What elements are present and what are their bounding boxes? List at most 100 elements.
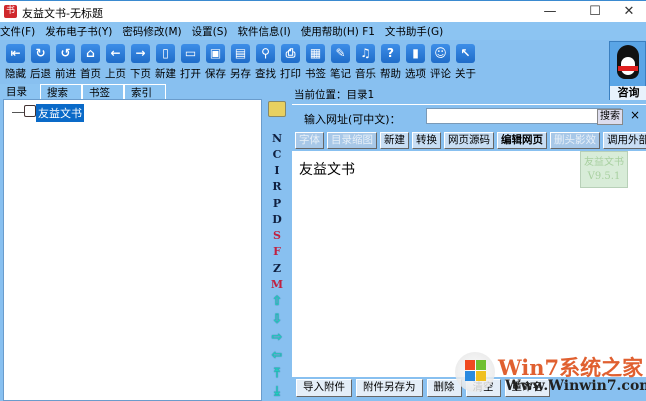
menu-item[interactable]: 文书助手(G)	[385, 24, 443, 39]
toolbar-button-4[interactable]: ← 上页	[103, 40, 128, 84]
toolbar-label: 书签	[305, 68, 326, 80]
tree-node-root[interactable]: 友益文书	[36, 104, 84, 122]
attachment-button-1[interactable]: 附件另存为	[356, 379, 423, 397]
vbar-button-Z[interactable]: Z	[273, 261, 281, 277]
about-icon: ↖	[456, 44, 475, 63]
book-icon	[24, 105, 36, 117]
toolbar-button-10[interactable]: ⚲ 查找	[253, 40, 278, 84]
tree-line	[12, 112, 24, 113]
toolbar-button-18[interactable]: ↖ 关于	[453, 40, 478, 84]
tab-1[interactable]: 搜索	[40, 84, 82, 99]
arrow-icon-4[interactable]: ⤒	[274, 365, 280, 383]
menu-item[interactable]: 使用帮助(H) F1	[301, 24, 375, 39]
import-folder-icon[interactable]	[268, 101, 286, 117]
qq-consult-label: 咨询	[610, 86, 646, 100]
logo-quadrant	[476, 360, 486, 370]
toolbar-button-11[interactable]: ⎙ 打印	[278, 40, 303, 84]
toolbar-label: 打开	[180, 68, 201, 80]
toolbar-button-14[interactable]: ♫ 音乐	[353, 40, 378, 84]
url-input[interactable]	[426, 108, 621, 124]
toolbar-label: 上页	[105, 68, 126, 80]
edit-button-5[interactable]: 编辑网页	[497, 132, 547, 149]
vbar-button-D[interactable]: D	[272, 212, 282, 228]
qq-penguin-scarf	[618, 66, 638, 71]
arrow-icon-3[interactable]: ⇦	[272, 347, 283, 365]
arrow-icon-1[interactable]: ⇩	[272, 311, 283, 329]
toolbar-label: 关于	[455, 68, 476, 80]
search-button[interactable]: 搜索	[597, 109, 623, 125]
bookmark-icon: ▦	[306, 44, 325, 63]
toolbar-button-6[interactable]: ▯ 新建	[153, 40, 178, 84]
toolbar-button-1[interactable]: ↻ 后退	[28, 40, 53, 84]
current-location: 当前位置：目录1	[294, 89, 375, 101]
edit-button-6[interactable]: 删头影效	[550, 132, 600, 149]
toolbar-button-8[interactable]: ▣ 保存	[203, 40, 228, 84]
logo-quadrant	[465, 371, 475, 381]
toolbar-button-2[interactable]: ↺ 前进	[53, 40, 78, 84]
menu-item[interactable]: 软件信息(I)	[237, 24, 290, 39]
menu-item[interactable]: 文件(F)	[0, 24, 35, 39]
edit-button-7[interactable]: 调用外部	[603, 132, 646, 149]
vertical-toolbar: N C I R P D S F Z M ⇧ ⇩ ⇨ ⇦ ⤒ ⤓	[266, 101, 288, 401]
edit-button-0[interactable]: 字体	[295, 132, 324, 149]
window-title: 友益文书-无标题	[22, 7, 103, 20]
vbar-button-R[interactable]: R	[272, 179, 281, 195]
left-arrow-icon: ←	[106, 44, 125, 63]
toolbar-button-5[interactable]: → 下页	[128, 40, 153, 84]
toolbar-button-3[interactable]: ⌂ 首页	[78, 40, 103, 84]
maximize-button[interactable]: ☐	[580, 3, 610, 21]
edit-button-2[interactable]: 新建	[380, 132, 409, 149]
toolbar-label: 前进	[55, 68, 76, 80]
watermark: Win7系统之家 Www.Winwin7.com	[455, 350, 646, 400]
vbar-button-S[interactable]: S	[273, 228, 281, 244]
tab-2[interactable]: 书签	[82, 84, 124, 99]
menu-item[interactable]: 设置(S)	[192, 24, 228, 39]
toolbar-label: 查找	[255, 68, 276, 80]
version-name: 友益文书	[584, 157, 624, 168]
toolbar-button-13[interactable]: ✎ 笔记	[328, 40, 353, 84]
logo-quadrant	[465, 360, 475, 370]
toolbar-button-12[interactable]: ▦ 书签	[303, 40, 328, 84]
vbar-button-P[interactable]: P	[273, 196, 281, 212]
edit-button-row: 字体 目录缩图 新建 转换 网页源码 编辑网页 删头影效 调用外部	[292, 132, 646, 150]
menu-item[interactable]: 密码修改(M)	[122, 24, 181, 39]
toolbar-button-16[interactable]: ▮ 选项	[403, 40, 428, 84]
arrow-icon-5[interactable]: ⤓	[274, 383, 280, 401]
search-icon: ⚲	[256, 44, 275, 63]
close-button[interactable]: ✕	[614, 3, 644, 21]
menu-item[interactable]: 发布电子书(Y)	[45, 24, 112, 39]
home-icon: ⌂	[81, 44, 100, 63]
qq-consult-button[interactable]: 咨询	[609, 41, 646, 100]
toolbar-label: 后退	[30, 68, 51, 80]
url-close-button[interactable]: ×	[630, 108, 640, 122]
vbar-button-C[interactable]: C	[273, 147, 282, 163]
note-icon: ✎	[331, 44, 350, 63]
print-icon: ⎙	[281, 44, 300, 63]
toolbar-label: 选项	[405, 68, 426, 80]
minimize-button[interactable]: —	[535, 3, 565, 21]
windows-logo-icon	[455, 352, 495, 392]
toolbar-button-7[interactable]: ▭ 打开	[178, 40, 203, 84]
toolbar-button-9[interactable]: ▤ 另存	[228, 40, 253, 84]
vbar-button-M[interactable]: M	[271, 277, 283, 293]
app-logo-icon: 书	[4, 5, 17, 18]
new-file-icon: ▯	[156, 44, 175, 63]
version-badge: 友益文书 V9.5.1	[580, 151, 628, 188]
toolbar-button-15[interactable]: ? 帮助	[378, 40, 403, 84]
edit-button-3[interactable]: 转换	[412, 132, 441, 149]
edit-button-4[interactable]: 网页源码	[444, 132, 494, 149]
arrow-icon-0[interactable]: ⇧	[272, 293, 283, 311]
toolbar-button-0[interactable]: ⇤ 隐藏	[3, 40, 28, 84]
vbar-button-F[interactable]: F	[273, 244, 281, 260]
menu-bar: 文件(F) 发布电子书(Y) 密码修改(M) 设置(S) 软件信息(I) 使用帮助(H) …	[0, 22, 646, 40]
vbar-button-N[interactable]: N	[272, 131, 282, 147]
attachment-button-0[interactable]: 导入附件	[296, 379, 352, 397]
edit-button-1[interactable]: 目录缩图	[327, 132, 377, 149]
arrow-icon-2[interactable]: ⇨	[272, 329, 283, 347]
tab-0[interactable]: 目录	[0, 84, 40, 99]
toolbar-label: 另存	[230, 68, 251, 80]
toolbar-label: 音乐	[355, 68, 376, 80]
vbar-button-I[interactable]: I	[274, 163, 279, 179]
toolbar-button-17[interactable]: ☺ 评论	[428, 40, 453, 84]
tab-3[interactable]: 索引	[124, 84, 166, 99]
